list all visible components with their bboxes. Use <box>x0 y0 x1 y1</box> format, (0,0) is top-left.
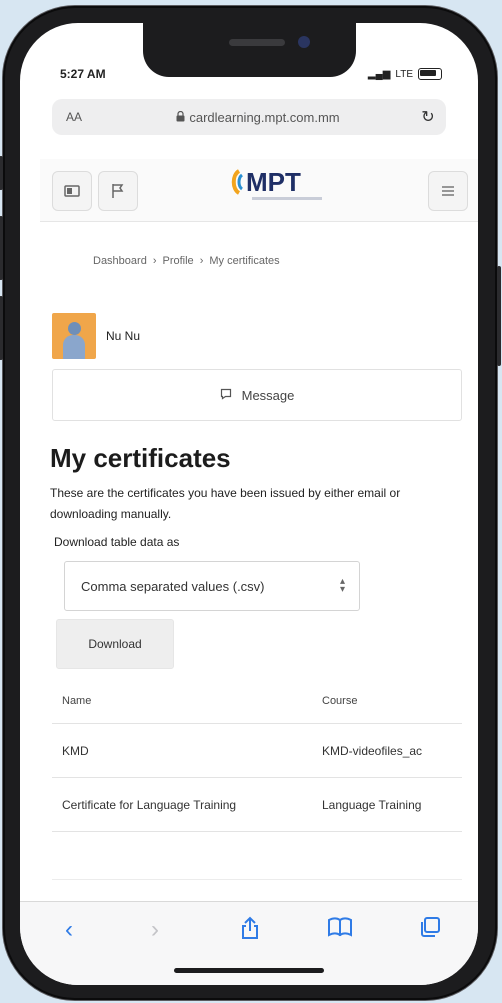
signal-icon: ▂▄▆ <box>367 68 391 80</box>
breadcrumb: Dashboard › Profile › My certificates <box>93 255 280 267</box>
volume-down-button <box>0 296 3 360</box>
url-display[interactable]: cardlearning.mpt.com.mm <box>106 110 410 125</box>
book-icon[interactable] <box>325 916 355 945</box>
chevron-right-icon[interactable]: › <box>140 916 170 944</box>
notch <box>143 23 356 77</box>
browser-toolbar: ‹ › <box>20 901 478 985</box>
certificates-table: Name Course KMD KMD-videofiles_ac Certif… <box>52 679 462 832</box>
avatar[interactable] <box>52 313 96 359</box>
user-profile[interactable]: Nu Nu <box>52 313 140 359</box>
tabs-icon[interactable] <box>415 916 445 945</box>
select-value: Comma separated values (.csv) <box>81 578 265 594</box>
front-camera <box>298 36 310 48</box>
breadcrumb-profile[interactable]: Profile <box>163 255 194 267</box>
column-header-name[interactable]: Name <box>62 695 91 707</box>
logo-text: MPT <box>246 167 301 197</box>
power-button <box>497 266 501 366</box>
volume-up-button <box>0 216 3 280</box>
menu-icon[interactable] <box>428 171 468 211</box>
table-row: KMD KMD-videofiles_ac <box>52 724 462 778</box>
logo-tagline-bar <box>252 197 322 200</box>
download-format-select[interactable]: Comma separated values (.csv) ▴ ▾ <box>64 561 360 611</box>
status-icons: ▂▄▆ LTE <box>368 68 442 80</box>
address-bar[interactable]: AA cardlearning.mpt.com.mm ↻ <box>52 99 446 135</box>
mpt-logo-mark-icon <box>231 169 244 195</box>
page-description: These are the certificates you have been… <box>50 486 401 521</box>
cell-name[interactable]: Certificate for Language Training <box>62 798 236 812</box>
page-title: My certificates <box>50 443 231 473</box>
cell-course[interactable]: KMD-videofiles_ac <box>322 744 422 758</box>
table-header-row: Name Course <box>52 679 462 724</box>
share-icon[interactable] <box>235 916 265 947</box>
message-label: Message <box>241 387 295 403</box>
download-button[interactable]: Download <box>56 619 174 669</box>
site-header: MPT <box>40 159 478 222</box>
speaker <box>229 39 285 46</box>
phone-frame: 5:27 AM ▂▄▆ LTE AA cardlearning.mpt.com.… <box>0 6 501 1000</box>
home-indicator[interactable] <box>174 968 324 973</box>
message-icon <box>220 388 232 403</box>
cell-name[interactable]: KMD <box>62 744 89 758</box>
divider <box>52 879 462 880</box>
mute-switch <box>0 156 3 190</box>
download-label: Download table data as <box>54 535 180 549</box>
lock-icon <box>176 110 185 125</box>
sidebar-toggle-icon[interactable] <box>52 171 92 211</box>
reload-icon[interactable]: ↻ <box>410 107 446 127</box>
table-row: Certificate for Language Training Langua… <box>52 778 462 832</box>
site-logo[interactable]: MPT <box>230 167 322 200</box>
status-time: 5:27 AM <box>60 67 106 81</box>
chevron-left-icon[interactable]: ‹ <box>54 916 84 944</box>
url-text: cardlearning.mpt.com.mm <box>189 109 340 125</box>
select-caret-icon: ▴ ▾ <box>339 576 345 595</box>
flag-icon[interactable] <box>98 171 138 211</box>
reader-aa-button[interactable]: AA <box>66 110 106 124</box>
breadcrumb-dashboard[interactable]: Dashboard <box>93 255 147 267</box>
screen: 5:27 AM ▂▄▆ LTE AA cardlearning.mpt.com.… <box>20 23 478 985</box>
network-type: LTE <box>395 68 413 80</box>
battery-icon <box>418 68 442 80</box>
breadcrumb-separator: › <box>199 255 204 267</box>
cell-course[interactable]: Language Training <box>322 798 421 812</box>
user-name[interactable]: Nu Nu <box>106 329 140 343</box>
column-header-course[interactable]: Course <box>322 695 357 707</box>
message-button[interactable]: Message <box>52 369 462 421</box>
breadcrumb-current: My certificates <box>209 255 280 267</box>
breadcrumb-separator: › <box>152 255 157 267</box>
